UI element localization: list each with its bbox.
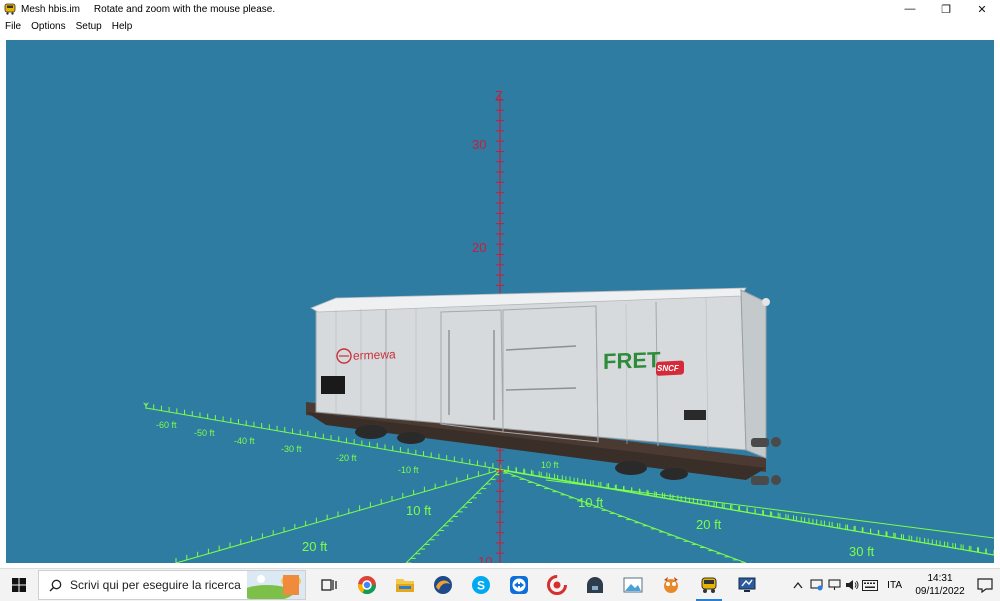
browser-button[interactable]	[424, 569, 462, 601]
display-app-icon	[738, 577, 756, 592]
3d-viewport[interactable]: Z 30 20 10 Y -60 ft -50 ft -40 ft -30 ft…	[6, 40, 994, 563]
keyboard-icon	[862, 579, 879, 591]
file-explorer-button[interactable]	[386, 569, 424, 601]
chrome-button[interactable]	[348, 569, 386, 601]
menu-help[interactable]: Help	[107, 21, 138, 32]
x-pos-label-10ft-a: 10 ft	[541, 460, 559, 470]
tray-app-icon	[810, 579, 823, 591]
skype-button[interactable]: S	[462, 569, 500, 601]
task-view-button[interactable]	[310, 569, 348, 601]
network-button[interactable]	[825, 569, 843, 601]
clock-button[interactable]: 14:31 09/11/2022	[910, 572, 970, 598]
clock-date: 09/11/2022	[915, 586, 965, 597]
z-axis-label: Z	[495, 88, 503, 103]
app-train-icon	[4, 3, 16, 15]
pinned-apps: S	[310, 569, 766, 601]
volume-button[interactable]	[843, 569, 861, 601]
game-icon	[664, 577, 678, 593]
menu-bar: File Options Setup Help	[0, 18, 1000, 34]
display-app-button[interactable]	[728, 569, 766, 601]
browser-icon	[434, 576, 452, 594]
search-icon	[49, 579, 62, 591]
menu-file[interactable]: File	[0, 21, 26, 32]
menu-setup[interactable]: Setup	[71, 21, 107, 32]
y-tick-neg10: -10 ft	[398, 465, 419, 475]
window-title: Mesh hbis.im	[21, 3, 80, 15]
tray-app-button[interactable]	[807, 569, 825, 601]
start-button[interactable]	[0, 569, 38, 601]
network-icon	[828, 579, 841, 590]
x-neg-label-20ft: 20 ft	[302, 539, 328, 554]
ccleaner-icon	[547, 575, 567, 595]
x-neg-label-10ft: 10 ft	[406, 503, 432, 518]
chrome-icon	[358, 576, 376, 595]
input-language-button[interactable]: ITA	[879, 580, 910, 591]
sncf-badge-text: SNCF	[657, 364, 679, 373]
file-explorer-icon	[396, 579, 414, 592]
show-hidden-icons-button[interactable]	[789, 569, 807, 601]
menu-options[interactable]: Options	[26, 21, 70, 32]
search-placeholder: Scrivi qui per eseguire la ricerca	[70, 578, 241, 592]
speaker-icon	[846, 580, 859, 590]
taskbar: Scrivi qui per eseguire la ricerca S ITA…	[0, 568, 1000, 601]
ermewa-logo-text: ermewa	[353, 347, 396, 363]
photos-icon	[623, 577, 643, 593]
y-tick-neg50: -50 ft	[194, 428, 215, 438]
mesh-viewer-icon	[701, 577, 717, 593]
notifications-button[interactable]	[970, 569, 1000, 601]
y-tick-neg20: -20 ft	[336, 453, 357, 463]
game-button[interactable]	[652, 569, 690, 601]
window-hint: Rotate and zoom with the mouse please.	[93, 3, 276, 15]
z-tick-30: 30	[472, 137, 487, 152]
close-button[interactable]: ✕	[964, 0, 1000, 18]
ccleaner-button[interactable]	[538, 569, 576, 601]
window-controls: — ❐ ✕	[892, 0, 1000, 18]
y-tick-neg30: -30 ft	[281, 444, 302, 454]
minimize-button[interactable]: —	[892, 0, 928, 18]
dark-app-icon	[587, 577, 603, 593]
x-pos-label-20ft: 20 ft	[696, 517, 722, 532]
windows-logo-icon	[12, 578, 26, 592]
scene-canvas	[145, 95, 994, 563]
chevron-up-icon	[793, 581, 803, 589]
task-view-icon	[321, 579, 337, 591]
dark-app-button[interactable]	[576, 569, 614, 601]
search-highlight-icon	[247, 571, 305, 599]
mesh-viewer-button[interactable]	[690, 569, 728, 601]
fret-logo-text: FRET	[603, 346, 661, 375]
clock-time: 14:31	[927, 573, 953, 584]
y-tick-neg60: -60 ft	[156, 420, 177, 430]
title-bar: Mesh hbis.im Rotate and zoom with the mo…	[0, 0, 1000, 18]
photos-button[interactable]	[614, 569, 652, 601]
system-tray: ITA 14:31 09/11/2022	[789, 569, 1000, 601]
skype-icon: S	[472, 576, 490, 594]
keyboard-button[interactable]	[861, 569, 879, 601]
wagon-model	[306, 287, 781, 485]
restore-button[interactable]: ❐	[928, 0, 964, 18]
taskbar-search[interactable]: Scrivi qui per eseguire la ricerca	[38, 570, 306, 600]
x-pos-label-10ft-b: 10 ft	[578, 495, 604, 510]
svg-text:S: S	[477, 579, 485, 593]
y-tick-neg40: -40 ft	[234, 436, 255, 446]
teamviewer-icon	[510, 576, 528, 594]
y-axis-label: Y	[143, 401, 150, 411]
notification-icon	[977, 577, 993, 593]
teamviewer-button[interactable]	[500, 569, 538, 601]
z-tick-20: 20	[472, 240, 487, 255]
x-pos-label-30ft: 30 ft	[849, 544, 875, 559]
z-tick-10: 10	[478, 554, 493, 563]
